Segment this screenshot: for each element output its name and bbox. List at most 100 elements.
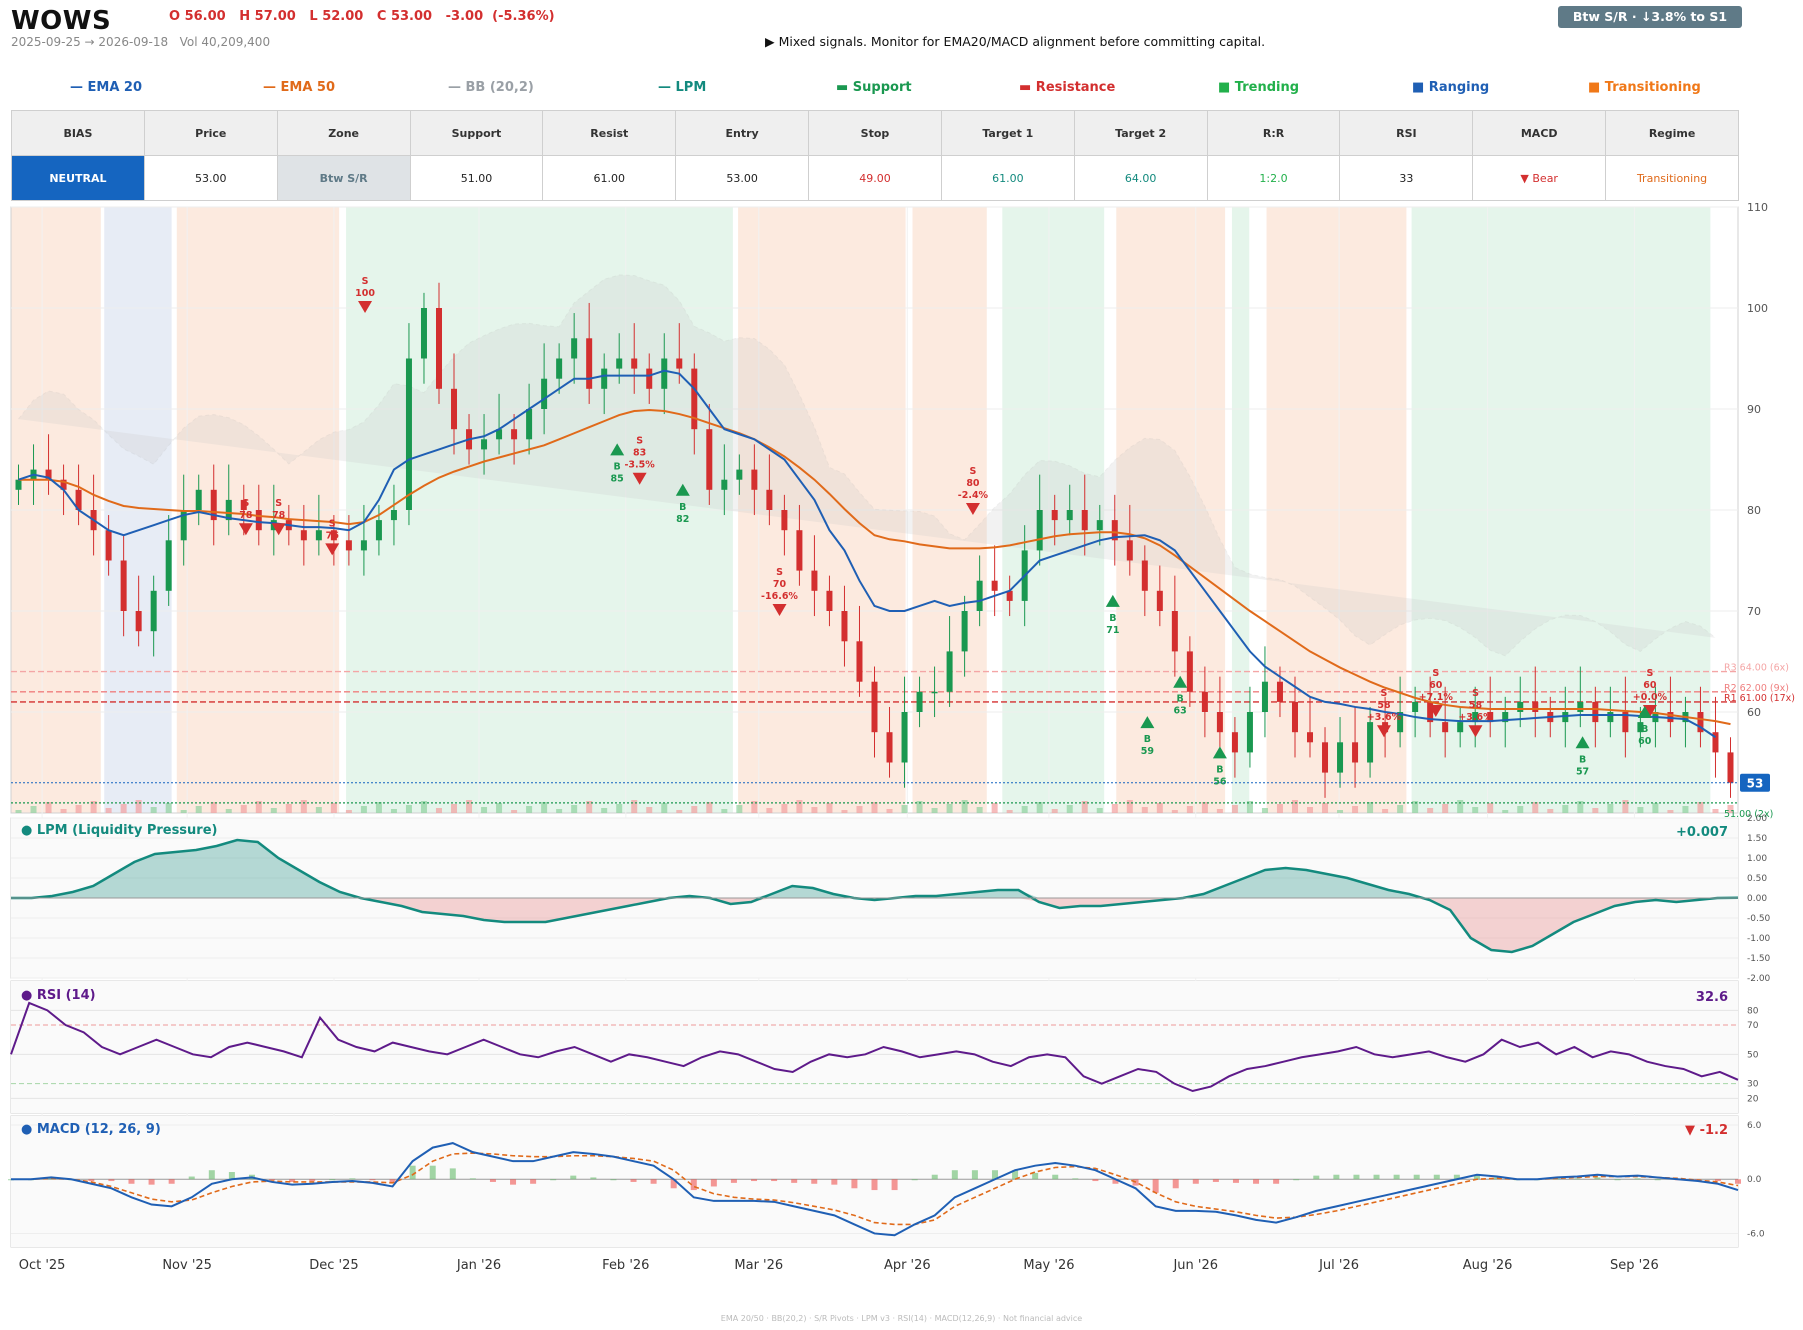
volume-bar [1186, 806, 1193, 813]
macd-histogram-bar [951, 1170, 958, 1180]
volume-bar [300, 800, 307, 813]
candle-body [1367, 722, 1374, 763]
buy-marker-label: 60 [1638, 736, 1652, 747]
macd-histogram-bar [570, 1175, 577, 1180]
volume-bar [856, 806, 863, 813]
macd-histogram-bar [148, 1179, 155, 1185]
volume-bar [45, 802, 52, 813]
volume-bar [1697, 802, 1704, 813]
volume-bar [1276, 804, 1283, 813]
candle-body [345, 540, 352, 551]
sell-marker-label: 58 [1469, 700, 1483, 711]
candle-body [405, 358, 412, 510]
candle-body [691, 368, 698, 430]
last-price-label: 53 [1747, 777, 1764, 791]
macd-histogram-bar [1293, 1179, 1300, 1181]
volume-bar [466, 800, 473, 813]
volume-bar [1231, 805, 1238, 813]
candle-body [1352, 742, 1359, 763]
macd-histogram-bar [871, 1179, 878, 1191]
candle-body [526, 409, 533, 440]
candle-body [120, 560, 127, 611]
volume-bar [736, 805, 743, 813]
macd-histogram-bar [1172, 1179, 1179, 1189]
macd-histogram-bar [269, 1179, 276, 1181]
volume-bar [1036, 802, 1043, 813]
rsi-tick-label: 20 [1747, 1094, 1759, 1104]
price-tick-label: 60 [1747, 706, 1761, 719]
candle-body [781, 510, 788, 531]
macd-histogram-bar [429, 1165, 436, 1180]
candle-body [1276, 681, 1283, 702]
macd-histogram-bar [730, 1179, 737, 1183]
candle-body [1607, 712, 1614, 723]
volume-bar [105, 808, 112, 813]
volume-bar [1592, 808, 1599, 813]
rsi-tick-label: 50 [1747, 1050, 1759, 1060]
macd-histogram-bar [349, 1178, 356, 1180]
price-tick-label: 110 [1747, 201, 1768, 214]
volume-bar [1457, 800, 1464, 813]
volume-bar [841, 810, 848, 813]
lpm-tick-label: 1.50 [1747, 834, 1767, 844]
volume-bar [1667, 810, 1674, 813]
macd-histogram-bar [891, 1179, 898, 1191]
lpm-tick-label: -1.00 [1747, 934, 1771, 944]
candle-body [1442, 722, 1449, 733]
lpm-tick-label: -0.50 [1747, 914, 1771, 924]
buy-marker-label: 59 [1141, 746, 1154, 757]
candle-body [135, 611, 142, 632]
macd-histogram-bar [1413, 1174, 1420, 1180]
resistance-label: R3 64.00 (6x) [1724, 663, 1789, 674]
volume-bar [1051, 809, 1058, 813]
candle-body [601, 368, 608, 389]
candle-body [1322, 742, 1329, 773]
macd-histogram-bar [771, 1179, 778, 1182]
volume-bar [1547, 809, 1554, 813]
volume-bar [706, 802, 713, 813]
candle-body [541, 378, 548, 409]
volume-bar [1096, 808, 1103, 813]
macd-histogram-bar [1654, 1179, 1661, 1181]
volume-bar [1006, 810, 1013, 813]
x-tick-label: Jun '26 [1172, 1258, 1218, 1273]
volume-bar [1487, 803, 1494, 813]
volume-bar [661, 803, 668, 813]
candle-body [1156, 590, 1163, 611]
volume-bar [1637, 807, 1644, 813]
macd-histogram-bar [1373, 1174, 1380, 1180]
volume-bar [270, 808, 277, 813]
lpm-tick-label: -1.50 [1747, 954, 1771, 964]
candle-body [1261, 681, 1268, 712]
candle-body [435, 308, 442, 389]
volume-bar [135, 800, 142, 813]
volume-bar [1442, 804, 1449, 813]
volume-bar [1622, 800, 1629, 813]
sell-marker-label: +0.0% [1633, 692, 1668, 703]
macd-histogram-bar [1594, 1177, 1601, 1180]
candle-body [676, 358, 683, 369]
x-tick-label: Apr '26 [884, 1258, 931, 1273]
macd-histogram-bar [1735, 1179, 1741, 1184]
volume-bar [1337, 810, 1344, 813]
buy-marker-label: B [1579, 754, 1586, 765]
sell-marker-label: -3.5% [624, 460, 655, 471]
macd-histogram-bar [791, 1179, 798, 1183]
candle-body [961, 611, 968, 652]
volume-bar [315, 807, 322, 813]
candle-body [856, 641, 863, 682]
sell-marker-label: 58 [1377, 700, 1391, 711]
volume-bar [1502, 810, 1509, 813]
volume-bar [1367, 802, 1374, 813]
macd-histogram-bar [1333, 1174, 1340, 1180]
candle-body [300, 530, 307, 541]
macd-histogram-bar [811, 1179, 818, 1184]
macd-histogram-bar [329, 1179, 336, 1181]
candle-body [1216, 712, 1223, 733]
candle-body [1036, 510, 1043, 551]
macd-histogram-bar [710, 1179, 717, 1187]
volume-bar [1607, 804, 1614, 813]
macd-histogram-bar [1253, 1179, 1260, 1184]
macd-histogram-bar [590, 1177, 597, 1180]
rsi-value: 32.6 [1696, 990, 1728, 1005]
